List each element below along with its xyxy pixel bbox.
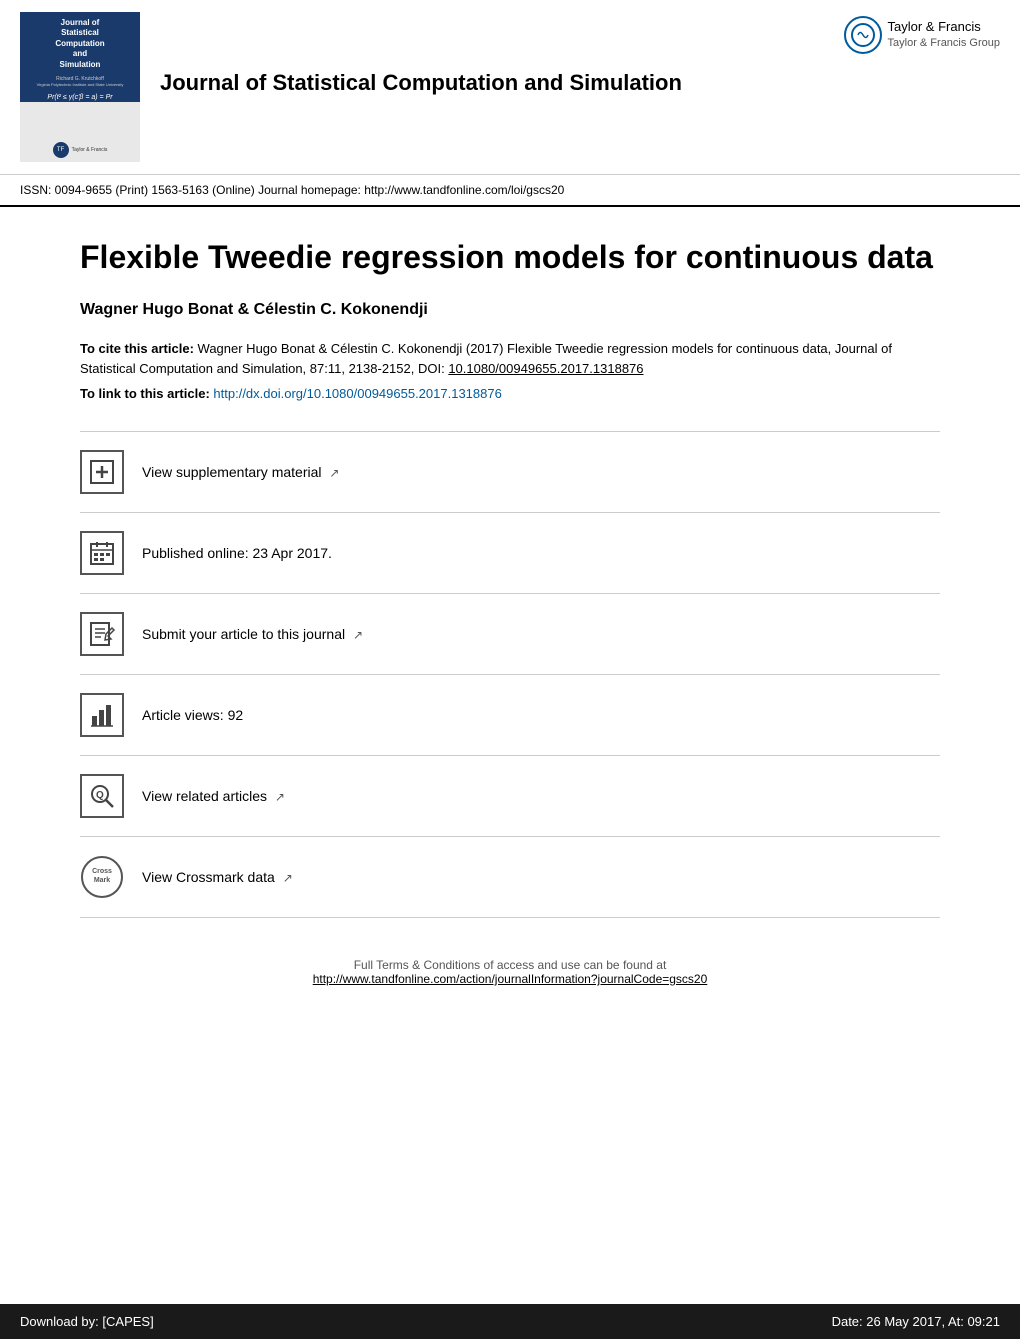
tf-logo-circle	[844, 16, 882, 54]
journal-title-area: Journal of Statistical Computation and S…	[160, 69, 1000, 106]
actions-list: View supplementary material ↗ P	[80, 431, 940, 918]
published-label: Published online: 23 Apr 2017.	[142, 545, 332, 561]
taylor-francis-logo: Taylor & Francis Taylor & Francis Group	[844, 16, 1000, 54]
main-content: Flexible Tweedie regression models for c…	[0, 207, 1020, 1076]
chart-svg	[88, 701, 116, 729]
search-q-svg: Q	[88, 782, 116, 810]
calendar-icon	[80, 531, 124, 575]
journal-homepage-link[interactable]: http://www.tandfonline.com/loi/gscs20	[364, 183, 564, 197]
footer-center-text: Full Terms & Conditions of access and us…	[80, 958, 940, 1046]
svg-text:Cross: Cross	[92, 868, 112, 875]
crossmark-label[interactable]: View Crossmark data ↗	[142, 869, 293, 885]
crossmark-icon: Cross Mark	[80, 855, 124, 899]
issn-bar: ISSN: 0094-9655 (Print) 1563-5163 (Onlin…	[0, 175, 1020, 207]
footer-date: Date: 26 May 2017, At: 09:21	[832, 1314, 1000, 1329]
article-authors: Wagner Hugo Bonat & Célestin C. Kokonend…	[80, 301, 940, 319]
edit-svg	[88, 620, 116, 648]
date-value: 26 May 2017, At: 09:21	[866, 1314, 1000, 1329]
article-doi-link[interactable]: http://dx.doi.org/10.1080/00949655.2017.…	[213, 386, 501, 401]
footer-bar: Download by: [CAPES] Date: 26 May 2017, …	[0, 1304, 1020, 1339]
action-views: Article views: 92	[80, 675, 940, 756]
cover-title: Journal of Statistical Computation and S…	[55, 18, 104, 70]
full-terms-text: Full Terms & Conditions of access and us…	[80, 958, 940, 972]
svg-text:Q: Q	[96, 790, 104, 801]
action-submit: Submit your article to this journal ↗	[80, 594, 940, 675]
tf-logo-icon	[850, 22, 876, 48]
citation-block: To cite this article: Wagner Hugo Bonat …	[80, 339, 940, 378]
related-icon: Q	[80, 774, 124, 818]
footer-download: Download by: [CAPES]	[20, 1314, 154, 1329]
submit-icon	[80, 612, 124, 656]
external-link-icon3: ↗	[275, 790, 285, 804]
date-label: Date:	[832, 1314, 863, 1329]
link-label: To link to this article:	[80, 386, 210, 401]
action-supplementary: View supplementary material ↗	[80, 431, 940, 513]
action-published: Published online: 23 Apr 2017.	[80, 513, 940, 594]
views-label: Article views: 92	[142, 707, 243, 723]
external-link-icon2: ↗	[353, 628, 363, 642]
chart-icon	[80, 693, 124, 737]
journal-cover: Journal of Statistical Computation and S…	[20, 12, 140, 162]
crossmark-svg: Cross Mark	[80, 855, 124, 899]
calendar-svg	[88, 539, 116, 567]
cite-doi-link[interactable]: 10.1080/00949655.2017.1318876	[448, 361, 643, 376]
article-title: Flexible Tweedie regression models for c…	[80, 237, 940, 277]
download-label: Download by:	[20, 1314, 99, 1329]
supplementary-label[interactable]: View supplementary material ↗	[142, 464, 339, 480]
svg-text:Mark: Mark	[94, 877, 110, 884]
issn-text: ISSN: 0094-9655 (Print) 1563-5163 (Onlin…	[20, 183, 364, 197]
related-label[interactable]: View related articles ↗	[142, 788, 285, 804]
action-crossmark: Cross Mark View Crossmark data ↗	[80, 837, 940, 918]
cite-label: To cite this article:	[80, 341, 194, 356]
action-related: Q View related articles ↗	[80, 756, 940, 837]
journal-title: Journal of Statistical Computation and S…	[160, 69, 1000, 98]
full-terms-url[interactable]: http://www.tandfonline.com/action/journa…	[313, 972, 708, 986]
download-value: [CAPES]	[102, 1314, 153, 1329]
external-link-icon4: ↗	[283, 871, 293, 885]
tf-logo-text: Taylor & Francis Taylor & Francis Group	[888, 19, 1000, 50]
plus-icon	[88, 458, 116, 486]
supplementary-icon	[80, 450, 124, 494]
page-header: Journal of Statistical Computation and S…	[0, 0, 1020, 175]
external-link-icon: ↗	[329, 466, 339, 480]
link-block: To link to this article: http://dx.doi.o…	[80, 386, 940, 401]
submit-label[interactable]: Submit your article to this journal ↗	[142, 626, 363, 642]
